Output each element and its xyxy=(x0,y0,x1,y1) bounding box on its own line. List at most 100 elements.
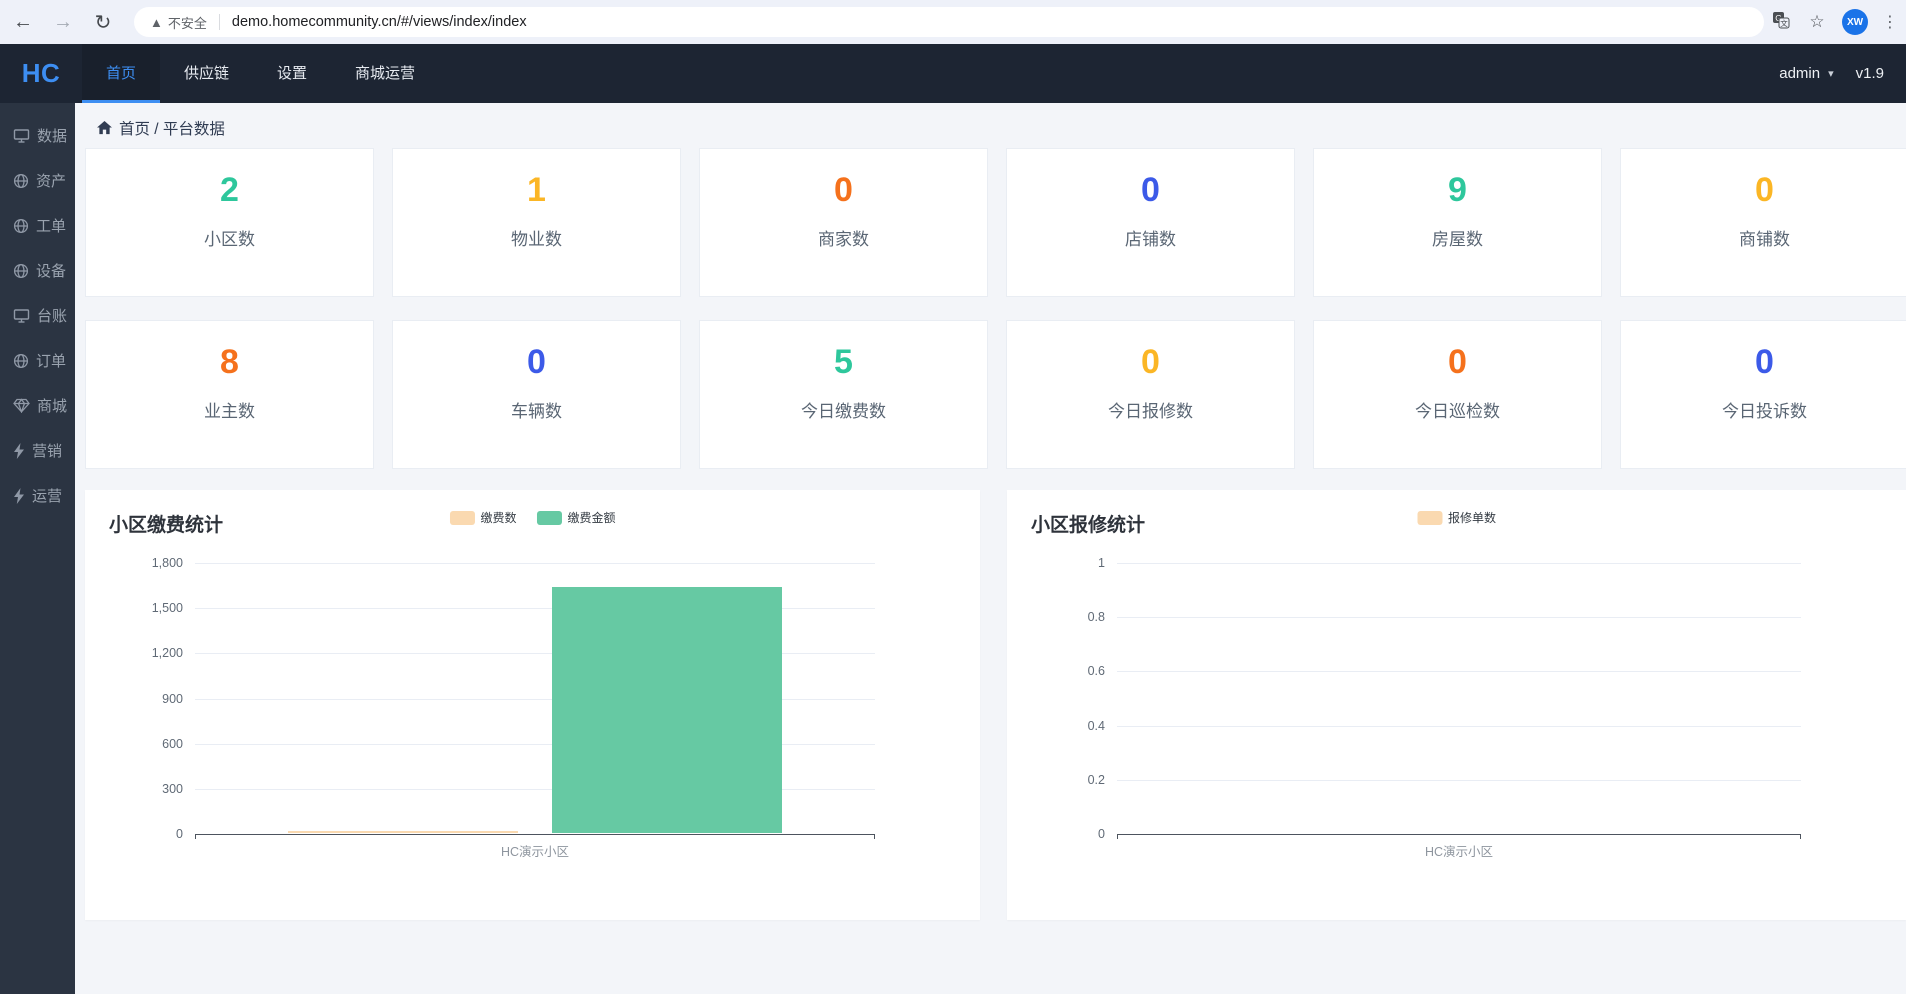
sidebar: 数据资产工单设备台账订单商城营销运营 xyxy=(0,103,75,994)
warning-icon: ▲︎ xyxy=(150,15,163,30)
security-label: 不安全 xyxy=(168,13,207,32)
y-tick-label: 1,200 xyxy=(152,646,195,660)
sidebar-item-label: 营销 xyxy=(32,440,62,461)
chart-legend: 缴费数 缴费金额 xyxy=(449,509,615,526)
browser-avatar[interactable]: XW xyxy=(1842,9,1868,35)
stat-card-房屋数: 9 房屋数 xyxy=(1313,148,1602,297)
legend-label: 缴费金额 xyxy=(568,509,616,526)
sidebar-item-label: 商城 xyxy=(37,395,67,416)
chevron-down-icon: ▾ xyxy=(1828,67,1834,80)
stat-value: 2 xyxy=(220,169,239,211)
app-logo[interactable]: HC xyxy=(0,44,82,103)
svg-text:文: 文 xyxy=(1780,18,1788,28)
stat-value: 0 xyxy=(527,341,546,383)
tab-供应链[interactable]: 供应链 xyxy=(160,44,253,103)
y-tick-label: 0.2 xyxy=(1088,773,1117,787)
user-name: admin xyxy=(1779,65,1820,82)
axis-tick xyxy=(195,834,196,839)
stat-card-商铺数: 0商铺数 xyxy=(1620,148,1906,297)
diamond-icon xyxy=(13,398,30,413)
stat-label: 店铺数 xyxy=(1125,225,1176,250)
stat-card-今日报修数: 0 今日报修数 xyxy=(1006,320,1295,469)
monitor-icon xyxy=(13,308,30,324)
y-tick-label: 600 xyxy=(162,737,195,751)
tab-商城运营[interactable]: 商城运营 xyxy=(331,44,439,103)
tab-首页[interactable]: 首页 xyxy=(82,44,160,103)
reload-icon[interactable]: ↻ xyxy=(86,5,120,39)
globe-icon xyxy=(13,263,29,279)
stat-card-物业数: 1 物业数 xyxy=(392,148,681,297)
x-axis-line xyxy=(1117,834,1801,835)
top-nav-tabs: 首页供应链设置商城运营 xyxy=(82,44,439,103)
y-tick-label: 1,500 xyxy=(152,601,195,615)
stat-value: 1 xyxy=(527,169,546,211)
version-label: v1.9 xyxy=(1856,65,1884,82)
payment-chart-panel: 小区缴费统计 缴费数缴费金额 1,8001,5001,2009006003000… xyxy=(85,490,980,920)
axis-tick xyxy=(1117,834,1118,839)
forward-icon[interactable]: → xyxy=(46,5,80,39)
stat-label: 今日缴费数 xyxy=(801,397,886,422)
bookmark-star-icon[interactable]: ☆ xyxy=(1806,12,1828,32)
browser-menu-icon[interactable]: ⋮ xyxy=(1882,12,1898,32)
stat-value: 0 xyxy=(834,169,853,211)
axis-tick xyxy=(1800,834,1801,839)
stat-value: 5 xyxy=(834,341,853,383)
stat-card-车辆数: 0车辆数 xyxy=(392,320,681,469)
y-tick-label: 0.6 xyxy=(1088,664,1117,678)
breadcrumb[interactable]: 首页 / 平台数据 xyxy=(97,117,225,139)
stat-label: 房屋数 xyxy=(1432,225,1483,250)
sidebar-item-运营[interactable]: 运营 xyxy=(0,473,75,518)
stat-value: 9 xyxy=(1448,169,1467,211)
sidebar-item-label: 台账 xyxy=(37,305,67,326)
sidebar-item-label: 运营 xyxy=(32,485,62,506)
sidebar-item-label: 设备 xyxy=(36,260,66,281)
user-dropdown[interactable]: admin ▾ xyxy=(1779,65,1833,82)
sidebar-item-订单[interactable]: 订单 xyxy=(0,338,75,383)
grid-line xyxy=(1117,563,1801,564)
translate-icon[interactable]: G文 xyxy=(1770,11,1792,34)
sidebar-item-台账[interactable]: 台账 xyxy=(0,293,75,338)
security-chip[interactable]: ▲︎ 不安全 xyxy=(150,13,207,32)
sidebar-item-工单[interactable]: 工单 xyxy=(0,203,75,248)
browser-chrome: ← → ↻ ▲︎ 不安全 demo.homecommunity.cn/#/vie… xyxy=(0,0,1906,44)
legend-item[interactable]: 报修单数 xyxy=(1417,509,1496,526)
sidebar-item-label: 订单 xyxy=(36,350,66,371)
sidebar-item-设备[interactable]: 设备 xyxy=(0,248,75,293)
chart-plot: 10.80.60.40.20HC演示小区 xyxy=(1117,563,1801,834)
chart-bar xyxy=(288,831,518,833)
y-tick-label: 0.4 xyxy=(1088,719,1117,733)
y-tick-label: 0 xyxy=(176,827,195,841)
grid-line xyxy=(1117,726,1801,727)
sidebar-item-营销[interactable]: 营销 xyxy=(0,428,75,473)
back-icon[interactable]: ← xyxy=(6,5,40,39)
sidebar-item-商城[interactable]: 商城 xyxy=(0,383,75,428)
x-axis-line xyxy=(195,834,875,835)
stat-value: 8 xyxy=(220,341,239,383)
x-axis-label: HC演示小区 xyxy=(1425,841,1493,860)
stat-card-商家数: 0商家数 xyxy=(699,148,988,297)
sidebar-item-资产[interactable]: 资产 xyxy=(0,158,75,203)
stat-value: 0 xyxy=(1141,341,1160,383)
stat-value: 0 xyxy=(1448,341,1467,383)
grid-line xyxy=(1117,780,1801,781)
legend-item[interactable]: 缴费金额 xyxy=(537,509,616,526)
charts-row: 小区缴费统计 缴费数缴费金额 1,8001,5001,2009006003000… xyxy=(85,490,1906,920)
stat-card-业主数: 8 业主数 xyxy=(85,320,374,469)
sidebar-item-label: 数据 xyxy=(37,125,67,146)
chart-plot: 1,8001,5001,2009006003000HC演示小区 xyxy=(195,563,875,834)
grid-line xyxy=(1117,617,1801,618)
url-bar[interactable]: ▲︎ 不安全 demo.homecommunity.cn/#/views/ind… xyxy=(134,7,1764,37)
y-tick-label: 0 xyxy=(1098,827,1117,841)
grid-line xyxy=(195,563,875,564)
globe-icon xyxy=(13,218,29,234)
chart-legend: 报修单数 xyxy=(1417,509,1496,526)
stat-label: 物业数 xyxy=(511,225,562,250)
tab-设置[interactable]: 设置 xyxy=(253,44,331,103)
legend-swatch xyxy=(449,511,474,525)
bolt-icon xyxy=(13,488,25,504)
stat-label: 业主数 xyxy=(204,397,255,422)
legend-item[interactable]: 缴费数 xyxy=(449,509,516,526)
sidebar-item-数据[interactable]: 数据 xyxy=(0,113,75,158)
y-tick-label: 0.8 xyxy=(1088,610,1117,624)
stat-label: 今日报修数 xyxy=(1108,397,1193,422)
